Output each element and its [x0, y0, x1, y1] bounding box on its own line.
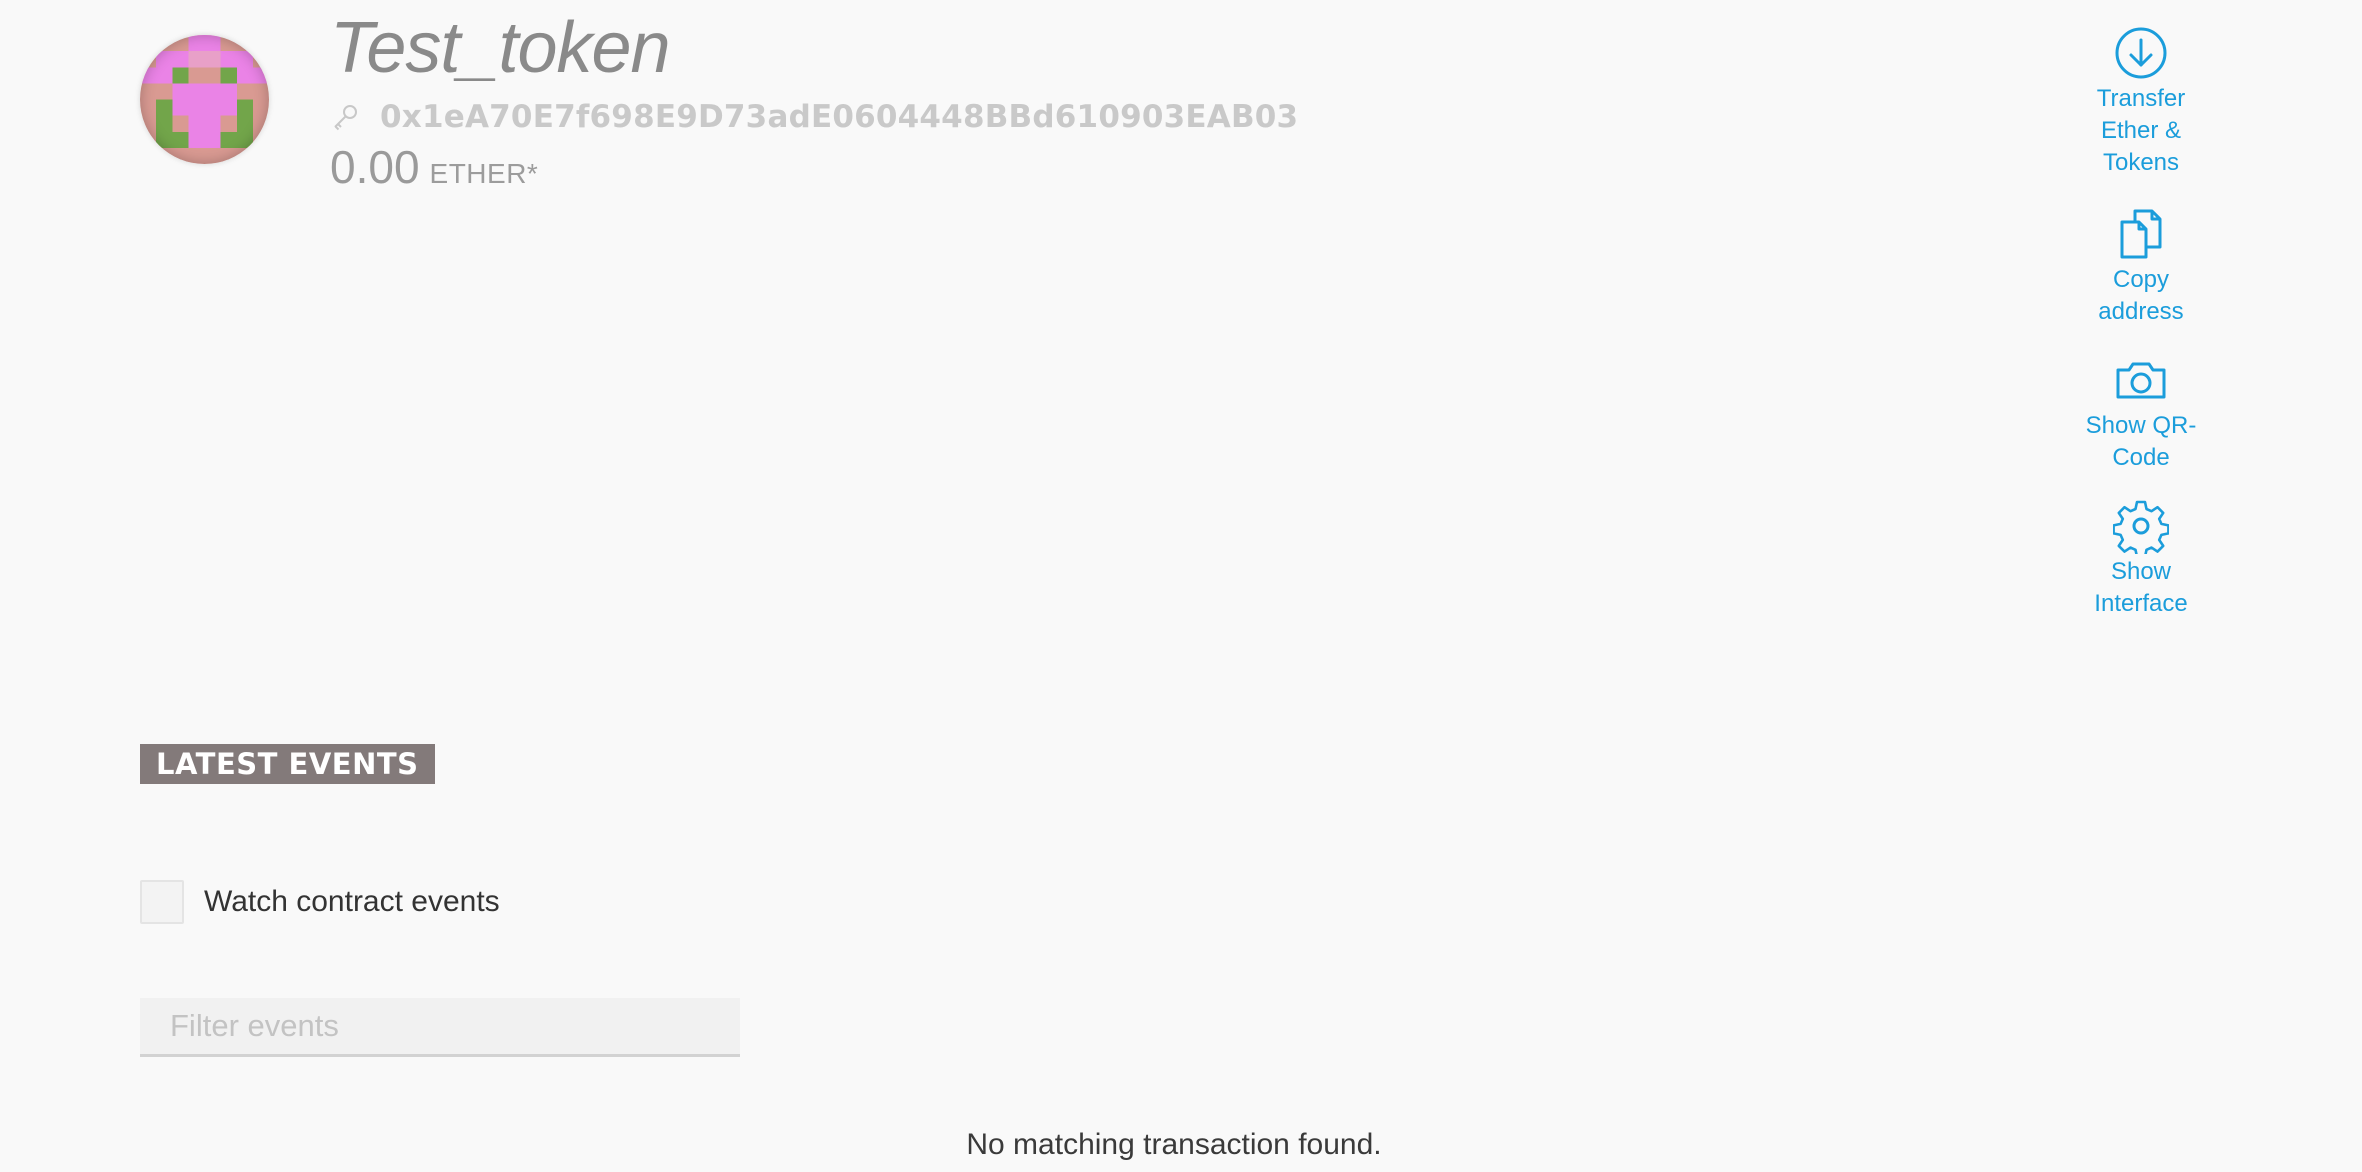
transfer-ether-tokens-button[interactable]: Transfer Ether & Tokens	[2071, 25, 2211, 179]
copy-address-button[interactable]: Copy address	[2071, 206, 2211, 328]
copy-label-2: address	[2098, 298, 2184, 325]
identicon-pattern	[140, 35, 269, 164]
contract-identicon	[140, 35, 269, 164]
contract-page: Test_token 0x1eA70E7f698E9D73adE0604448B…	[0, 0, 2362, 1172]
transfer-label-1: Transfer	[2096, 85, 2186, 112]
balance-unit: ETHER*	[429, 158, 539, 189]
contract-address: 0x1eA70E7f698E9D73adE0604448BBd610903EAB…	[380, 99, 1299, 135]
filter-events-input[interactable]	[140, 998, 740, 1057]
copy-document-icon	[2120, 209, 2162, 259]
watch-events-checkbox[interactable]	[140, 880, 184, 924]
empty-events-text: No matching transaction found.	[966, 1128, 1382, 1161]
gear-icon	[2113, 500, 2169, 554]
show-qr-code-button[interactable]: Show QR- Code	[2071, 352, 2211, 474]
interface-label-1: Show	[2110, 558, 2172, 585]
contract-address-row: 0x1eA70E7f698E9D73adE0604448BBd610903EAB…	[330, 94, 1298, 140]
qr-label-1: Show QR-	[2085, 412, 2197, 439]
contract-balance: 0.00 ETHER*	[330, 140, 538, 194]
key-icon	[334, 105, 357, 131]
interface-label-2: Interface	[2094, 590, 2188, 617]
transfer-label-3: Tokens	[2102, 149, 2180, 176]
arrow-down-circle-icon	[2115, 27, 2167, 79]
balance-value: 0.00	[330, 141, 420, 193]
qr-label-2: Code	[2112, 444, 2170, 471]
transfer-label-2: Ether &	[2100, 117, 2182, 144]
copy-label-1: Copy	[2112, 266, 2170, 293]
contract-name: Test_token	[330, 8, 671, 88]
empty-events-message: No matching transaction found.	[0, 1123, 2362, 1167]
show-interface-button[interactable]: Show Interface	[2071, 498, 2211, 620]
latest-events-heading: LATEST EVENTS	[140, 744, 435, 784]
watch-contract-events-toggle[interactable]: Watch contract events	[140, 880, 500, 924]
watch-events-label: Watch contract events	[204, 885, 500, 918]
camera-icon	[2116, 362, 2166, 399]
